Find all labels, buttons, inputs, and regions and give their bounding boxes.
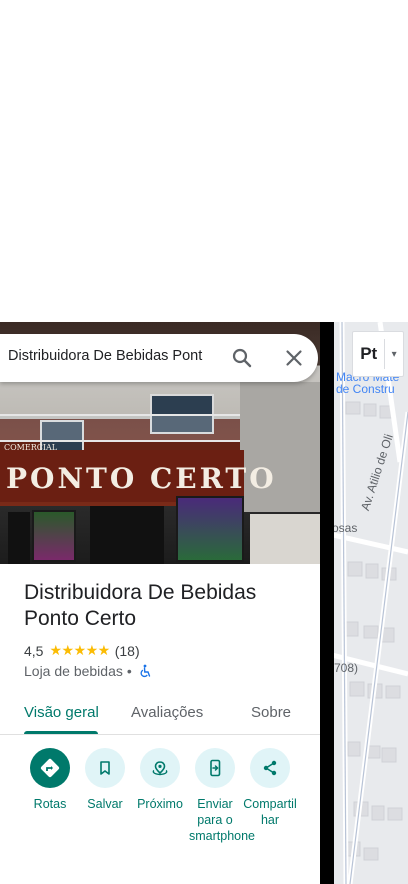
category-row: Loja de bebidas •: [24, 663, 152, 679]
directions-button[interactable]: Rotas: [22, 748, 78, 812]
photo-door: [90, 506, 164, 564]
tabs-divider: [0, 734, 320, 735]
tab-about[interactable]: Sobre: [251, 704, 291, 721]
rating-value: 4,5: [24, 642, 44, 659]
search-input[interactable]: Distribuidora De Bebidas Pont: [8, 348, 218, 364]
nearby-icon[interactable]: [140, 748, 180, 788]
nearby-button[interactable]: Próximo: [132, 748, 188, 812]
star-rating-icon: ★★★★★: [49, 642, 110, 658]
photo-gate: [250, 514, 320, 564]
share-label: Compartilhar: [243, 797, 297, 827]
tab-reviews[interactable]: Avaliações: [131, 704, 203, 721]
share-icon[interactable]: [250, 748, 290, 788]
map-layers-button[interactable]: Pt ▾: [352, 331, 404, 377]
app-root: Macro Mate de Constru Av. Atilio de Oli …: [0, 0, 408, 884]
search-box[interactable]: Distribuidora De Bebidas Pont: [0, 334, 318, 382]
photo-door: [8, 512, 30, 564]
chevron-down-icon[interactable]: ▾: [385, 349, 403, 360]
wheelchair-icon: [140, 664, 150, 678]
directions-label: Rotas: [33, 797, 67, 811]
map-street-label-2: osas: [332, 521, 358, 535]
close-icon[interactable]: [282, 346, 306, 370]
share-button[interactable]: Compartilhar: [242, 748, 298, 828]
nearby-label: Próximo: [137, 797, 183, 811]
photo-sign-top-text: COMERCIAL: [4, 443, 58, 452]
panel-divider: [320, 322, 334, 884]
photo-railing: [0, 414, 245, 442]
photo-banner: [32, 510, 76, 562]
rating-row[interactable]: 4,5 ★★★★★ (18): [24, 642, 140, 659]
layers-icon: Pt: [360, 344, 378, 363]
photo-banner: [176, 496, 244, 562]
save-button[interactable]: Salvar: [77, 748, 133, 812]
place-tabs: Visão geral Avaliações Sobre: [0, 696, 320, 736]
map-number-label: 708): [334, 661, 359, 675]
photo-sign-text: PONTO CERTO: [6, 462, 277, 495]
map-place-label-line2: de Constru: [336, 382, 395, 396]
place-category[interactable]: Loja de bebidas: [24, 663, 123, 679]
send-to-phone-button[interactable]: Enviar para o smartphone: [187, 748, 256, 844]
place-title: Distribuidora De Bebidas Ponto Certo: [24, 581, 257, 630]
save-label: Salvar: [87, 797, 123, 811]
category-bullet: •: [126, 663, 132, 679]
send-to-phone-label: Enviar para o smartphone: [189, 797, 256, 843]
bookmark-icon[interactable]: [85, 748, 125, 788]
directions-icon[interactable]: [30, 748, 70, 788]
review-count[interactable]: (18): [115, 643, 140, 659]
search-icon[interactable]: [230, 346, 254, 370]
send-to-phone-icon[interactable]: [195, 748, 235, 788]
place-panel: COMERCIAL PONTO CERTO Distribuidora De B…: [0, 322, 320, 884]
tab-overview[interactable]: Visão geral: [24, 704, 99, 721]
